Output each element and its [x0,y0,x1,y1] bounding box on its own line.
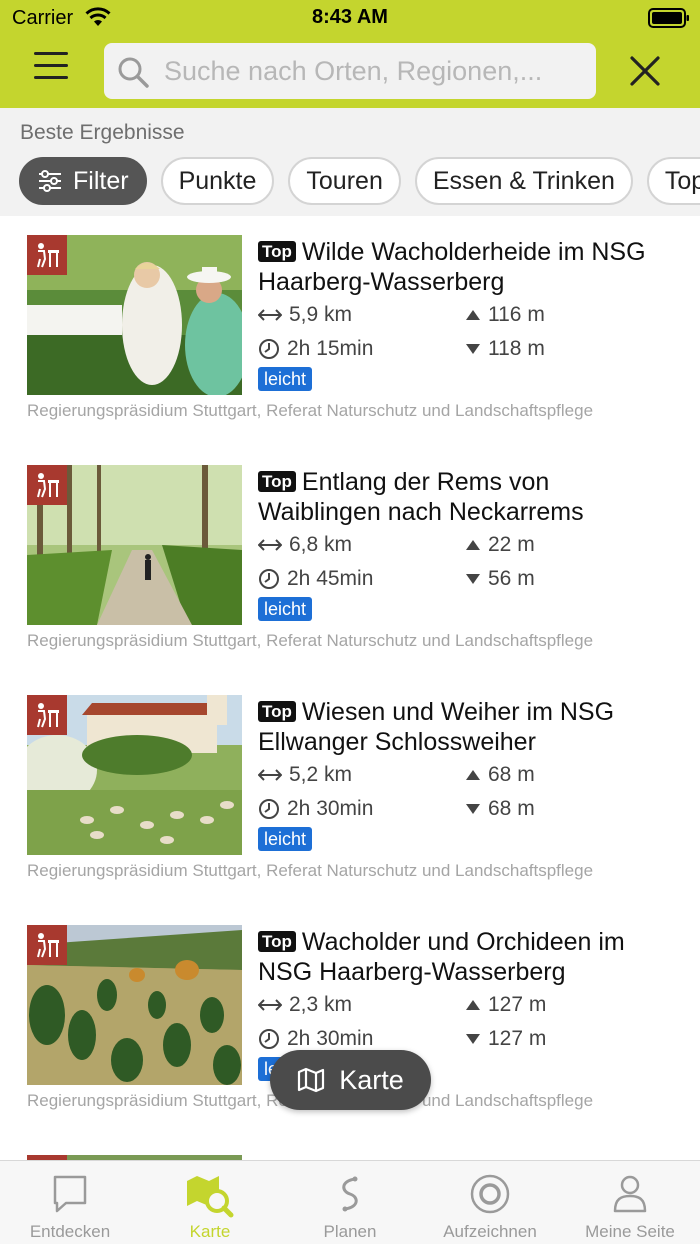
distance: 5,2 km [258,763,352,787]
status-time: 8:43 AM [312,6,388,28]
ascent-icon [466,770,480,780]
top-badge: Top [258,241,296,262]
map-button[interactable]: Karte [270,1050,431,1110]
distance-icon [258,769,282,781]
distance-icon [258,999,282,1011]
tab-karte[interactable]: Karte [140,1161,280,1244]
tour-title-text: Wacholder und Orchideen im NSG Haarberg-… [258,928,625,986]
map-icon [298,1067,325,1093]
tour-thumbnail [27,465,242,625]
record-icon [469,1173,511,1220]
ascent-icon [466,540,480,550]
duration: 2h 15min [258,337,373,361]
chip-touren[interactable]: Touren [288,157,401,205]
tour-title: Top Entlang der Rems von Waiblingen nach … [258,467,678,527]
distance: 2,3 km [258,993,352,1017]
tour-title: Top Wiesen und Weiher im NSG Ellwanger Sc… [258,697,678,757]
chip-essen-trinken[interactable]: Essen & Trinken [414,157,633,205]
clock-icon [259,1029,279,1049]
descent: 56 m [465,567,535,591]
user-icon [611,1173,649,1220]
source-text: Regierungspräsidium Stuttgart, Referat N… [27,401,594,420]
descent-icon [466,574,480,584]
ascent: 116 m [465,303,545,327]
tab-aufzeichnen[interactable]: Aufzeichnen [420,1161,560,1244]
chip-top[interactable]: Top [646,157,700,205]
search-icon [116,55,150,94]
top-badge: Top [258,701,296,722]
chip-punkte[interactable]: Punkte [160,157,275,205]
tour-thumbnail [27,695,242,855]
map-search-icon [185,1173,235,1224]
difficulty-badge: leicht [258,367,313,391]
distance: 6,8 km [258,533,352,557]
list-item[interactable]: Top Wilde Wacholderheide im NSG Haarberg-… [0,216,700,446]
tab-planen[interactable]: Planen [280,1161,420,1244]
hamburger-icon [34,52,68,55]
list-item[interactable]: Top Entlang der Rems von Waiblingen nach … [0,446,700,676]
tour-title: Top Wilde Wacholderheide im NSG Haarberg-… [258,237,678,297]
distance: 5,9 km [258,303,352,327]
descent-icon [466,344,480,354]
tab-entdecken[interactable]: Entdecken [0,1161,140,1244]
hiking-category-icon [27,465,67,505]
duration: 2h 30min [258,1027,373,1051]
menu-button[interactable] [34,52,76,88]
descent: 68 m [465,797,535,821]
clock-icon [259,339,279,359]
speech-bubble-icon [52,1173,88,1220]
source-text: Regierungspräsidium Stuttgart, Referat N… [27,861,594,880]
header: Carrier 8:43 AM Suche nach Orten, Region… [0,0,700,108]
source-text: Regierungspräsidium Stuttgart, Referat N… [27,631,594,650]
sliders-icon [39,170,61,192]
descent: 127 m [465,1027,546,1051]
filter-area: Beste Ergebnisse Filter Punkte Touren Esse… [0,108,700,216]
tour-title-text: Entlang der Rems von Waiblingen nach Nec… [258,468,584,526]
difficulty-badge: leicht [258,597,313,621]
route-icon [335,1173,365,1220]
distance-icon [258,539,282,551]
difficulty-badge: leicht [258,827,313,851]
hiking-category-icon [27,925,67,965]
search-input[interactable]: Suche nach Orten, Regionen,... [164,56,584,87]
chip-row: Filter Punkte Touren Essen & Trinken Top [19,157,700,205]
tour-title: Top Wacholder und Orchideen im NSG Haarbe… [258,927,678,987]
top-badge: Top [258,931,296,952]
tab-bar: Entdecken Karte Planen Aufzeichnen Meine… [0,1160,700,1244]
hiking-category-icon [27,235,67,275]
tour-title-text: Wiesen und Weiher im NSG Ellwanger Schlo… [258,698,615,756]
tab-meine-seite[interactable]: Meine Seite [560,1161,700,1244]
tour-thumbnail [27,925,242,1085]
duration: 2h 30min [258,797,373,821]
ascent-icon [466,310,480,320]
descent-icon [466,1034,480,1044]
hiking-category-icon [27,695,67,735]
ascent: 127 m [465,993,546,1017]
list-item[interactable]: Top Wiesen und Weiher im NSG Ellwanger Sc… [0,676,700,906]
ascent-icon [466,1000,480,1010]
ascent: 68 m [465,763,535,787]
top-badge: Top [258,471,296,492]
filter-chip[interactable]: Filter [19,157,147,205]
descent-icon [466,804,480,814]
battery-icon [648,8,690,33]
descent: 118 m [465,337,545,361]
map-button-label: Karte [339,1064,404,1095]
distance-icon [258,309,282,321]
duration: 2h 45min [258,567,373,591]
clock-icon [259,799,279,819]
filter-chip-label: Filter [73,166,129,195]
section-label: Beste Ergebnisse [20,121,185,144]
status-bar: Carrier 8:43 AM [0,0,700,36]
close-icon[interactable] [628,54,662,93]
ascent: 22 m [465,533,535,557]
search-field[interactable]: Suche nach Orten, Regionen,... [104,43,596,99]
clock-icon [259,569,279,589]
tour-thumbnail [27,235,242,395]
tour-title-text: Wilde Wacholderheide im NSG Haarberg-Was… [258,238,646,296]
list-item[interactable] [0,1136,700,1160]
